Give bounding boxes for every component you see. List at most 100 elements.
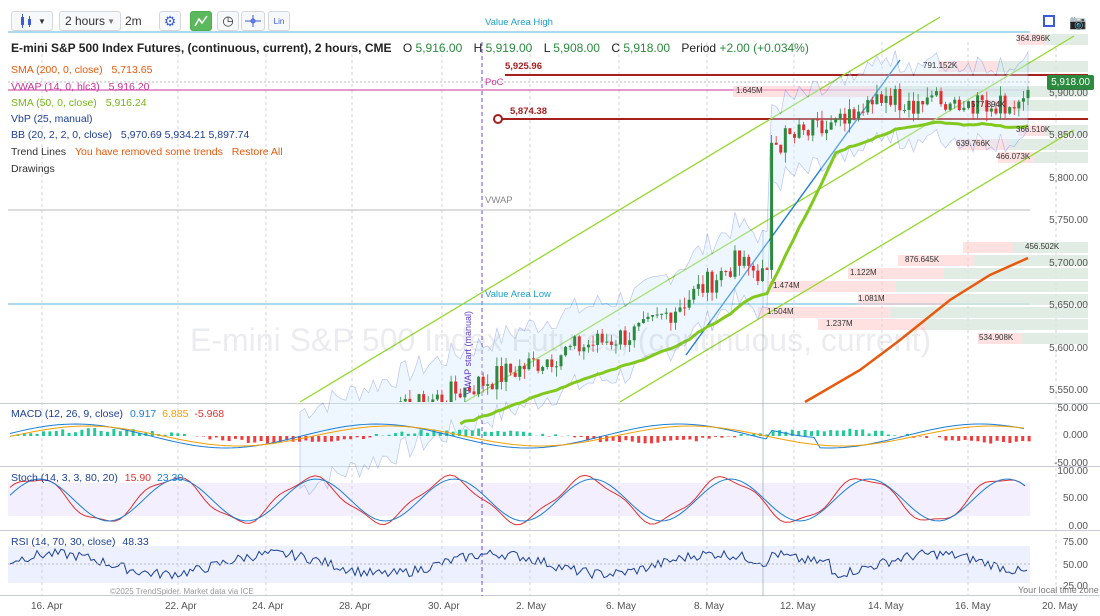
macd-histogram-bar [48,431,52,436]
legend-vbp[interactable]: VbP (25, manual) [11,113,95,125]
macd-histogram-bar [637,436,641,443]
candle-body [879,94,883,103]
candle-body [495,366,499,390]
candle-body [660,313,664,315]
open-value: 5,916.00 [415,41,463,55]
candle-body [701,284,705,293]
bb-values: 5,970.69 5,934.21 5,897.74 [120,129,250,141]
value-area-high-label: Value Area High [485,17,553,28]
macd-histogram-bar [874,430,877,436]
candle-body [802,124,806,131]
macd-histogram-bar [630,436,634,442]
candle-body [861,111,865,113]
macd-signal-line [9,425,1025,447]
symbol-title: E-mini S&P 500 Index Futures, (continuou… [11,41,392,55]
level-5874-label: 5,874.38 [510,106,547,117]
macd-legend[interactable]: MACD (12, 26, 9, close) 0.917 6.885 -5.9… [11,408,224,420]
candle-body [1017,101,1021,109]
candle-body [957,99,961,111]
macd-histogram-bar [694,436,698,442]
macd-histogram-bar [67,432,71,436]
price-tick-4: 5,700.00 [1049,258,1088,269]
macd-histogram-bar [253,436,257,443]
candle-body [527,358,531,370]
candle-body [843,113,847,124]
candle-body [994,108,998,114]
drawings-label: Drawings [11,163,55,175]
candle-body [852,109,856,119]
candle-body [815,119,819,121]
vbp-bar-up [926,319,1088,330]
candle-body [765,268,769,270]
macd-histogram-bar [234,436,237,439]
macd-histogram-bar [848,428,852,436]
bb-label: BB (20, 2, 2, 0, close) [11,129,112,141]
data-credit: ©2025 TrendSpider. Market data via ICE [110,587,254,596]
legend-sma200[interactable]: SMA (200, 0, close) 5,713.65 [11,64,154,76]
macd-histogram-bar [803,429,807,436]
macd-histogram-bar [227,436,231,442]
candle-body [792,134,796,138]
macd-histogram-bar [938,436,941,438]
candle-body [651,315,655,317]
vbp-label-14: 534.908K [979,333,1014,342]
restore-all-link[interactable]: Restore All [232,146,283,158]
macd-histogram-bar [93,428,97,436]
candle-body [838,113,842,119]
macd-histogram-bar [995,436,999,441]
candle-body [408,398,412,402]
macd-histogram-bar [944,436,948,441]
legend-sma50[interactable]: SMA (50, 0, close) 5,916.24 [11,97,149,109]
candle-body [536,359,540,371]
candle-body [783,128,787,153]
macd-histogram-bar [400,431,404,436]
macd-histogram-bar [989,436,993,444]
legend-drawings[interactable]: Drawings [11,163,57,175]
period-value: +2.00 (+0.034%) [719,41,809,55]
macd-histogram-bar [1014,436,1018,442]
pane-separator [0,466,1100,467]
macd-histogram-bar [464,429,468,436]
macd-histogram-bar [829,430,833,436]
candle-body [989,108,993,112]
legend-vwap[interactable]: VWAP (14, 0, hlc3) 5,916.20 [11,81,152,93]
macd-histogram-bar [541,433,545,436]
sma50-value: 5,916.24 [105,97,147,109]
stoch-tick-0: 100.00 [1057,466,1088,477]
vwap-value: 5,916.20 [108,81,150,93]
macd-histogram-bar [733,436,737,438]
x-label-4: 30. Apr [428,601,460,612]
macd-histogram-bar [272,436,276,443]
candle-body [966,101,970,108]
stoch-legend[interactable]: Stoch (14, 3, 3, 80, 20) 15.90 23.30 [11,472,183,484]
vbp-label-5: 639.766K [956,139,991,148]
pane-separator [0,403,1100,404]
chart-canvas[interactable] [0,0,1100,616]
macd-histogram-bar [118,431,122,436]
macd-histogram-bar [662,436,666,442]
macd-histogram-bar [86,428,90,436]
macd-histogram-bar [554,434,557,436]
macd-histogram-bar [259,436,263,442]
x-label-10: 16. May [955,601,991,612]
timezone-label[interactable]: Your local time zone [1018,585,1099,595]
candle-body [683,307,687,309]
rsi-legend[interactable]: RSI (14, 70, 30, close) 48.33 [11,536,149,548]
macd-histogram-bar [675,436,679,440]
macd-tick-0: 50.000 [1057,403,1088,414]
macd-histogram-bar [656,436,660,443]
macd-histogram-bar [80,429,84,436]
candle-body [893,88,897,105]
macd-histogram-bar [957,436,961,441]
macd-histogram-bar [419,429,423,436]
sma200-value: 5,713.65 [111,64,153,76]
macd-histogram-bar [54,430,58,436]
macd-histogram-bar [810,431,813,436]
candle-body [1012,107,1016,109]
candle-body [912,100,916,114]
candle-body [1008,107,1012,114]
legend-bb[interactable]: BB (20, 2, 2, 0, close) 5,970.69 5,934.2… [11,129,251,141]
candle-body [655,314,659,316]
candle-body [847,109,851,124]
candle-body [646,316,650,320]
